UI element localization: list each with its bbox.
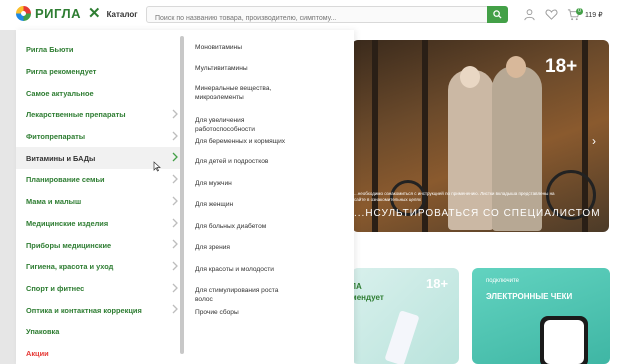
search-input[interactable] (147, 11, 477, 26)
category-item[interactable]: Ригла Бьюти (16, 39, 184, 61)
category-label: Акции (26, 348, 49, 358)
category-item[interactable]: Акции (16, 343, 184, 364)
promo-subtitle: подключите (486, 278, 520, 284)
page-overlay-left (0, 30, 16, 364)
category-item[interactable]: Планирование семьи (16, 169, 184, 191)
category-label: Приборы медицинские (26, 240, 112, 250)
category-label: Упаковка (26, 327, 60, 337)
cart-price[interactable]: 119 ₽ (585, 11, 603, 19)
logo[interactable]: РИГЛА (16, 6, 81, 21)
banner-man-figure (492, 66, 542, 231)
logo-text: РИГЛА (35, 6, 82, 21)
category-label: Гигиена, красота и уход (26, 262, 114, 272)
category-scrollbar[interactable] (180, 36, 184, 354)
close-icon: ✕ (88, 5, 101, 22)
top-header: РИГЛА ✕ Каталог 0 119 ₽ (0, 0, 624, 30)
category-item[interactable]: Спорт и фитнес (16, 278, 184, 300)
user-icon[interactable] (523, 8, 536, 21)
chevron-right-icon (172, 174, 178, 184)
category-item[interactable]: Лекарственные препараты (16, 104, 184, 126)
chevron-right-icon (172, 304, 178, 314)
chevron-right-icon (172, 283, 178, 293)
category-item[interactable]: Ригла рекомендует (16, 61, 184, 83)
category-item[interactable]: Фитопрепараты (16, 126, 184, 148)
subcategory-link[interactable]: Для детей и подростков (195, 158, 295, 167)
banner-disclaimer: ...необходимо ознакомиться с инструкцией… (354, 191, 555, 202)
category-label: Планирование семьи (26, 175, 105, 185)
search-button[interactable] (487, 6, 508, 23)
subcategory-link[interactable]: Для женщин (195, 201, 295, 210)
category-item[interactable]: Упаковка (16, 321, 184, 343)
category-label: Спорт и фитнес (26, 283, 85, 293)
subcategory-link[interactable]: Для больных диабетом (195, 223, 295, 232)
category-label: Ригла Бьюти (26, 45, 74, 55)
category-label: Витамины и БАДы (26, 153, 96, 163)
subcategory-link[interactable]: Для беременных и кормящих (195, 138, 295, 147)
heart-icon[interactable] (545, 8, 558, 21)
category-label: Ригла рекомендует (26, 67, 97, 77)
category-label: Лекарственные препараты (26, 110, 126, 120)
category-item[interactable]: Оптика и контактная коррекция (16, 299, 184, 321)
banner-age-badge: 18+ (545, 56, 578, 77)
search-icon (493, 10, 502, 19)
mouse-cursor-icon (153, 161, 161, 172)
banner-woman-head (460, 66, 480, 88)
cart-count-badge: 0 (576, 8, 583, 15)
subcategory-link[interactable]: Минеральные вещества, микроэлементы (195, 85, 295, 102)
subcategory-link[interactable]: Для зрения (195, 244, 295, 253)
category-label: Оптика и контактная коррекция (26, 305, 142, 315)
category-item[interactable]: Приборы медицинские (16, 234, 184, 256)
subcategory-link[interactable]: Для красоты и молодости (195, 266, 295, 275)
catalog-label: Каталог (106, 9, 138, 19)
category-list: Ригла Бьюти Ригла рекомендует Самое актуал… (16, 39, 184, 364)
banner-woman-figure (448, 70, 494, 230)
category-label: Медицинские изделия (26, 218, 109, 228)
category-item[interactable]: Мама и малыш (16, 191, 184, 213)
logo-flower-icon (16, 6, 31, 21)
subcategory-link[interactable]: Для стимулирования роста волос (195, 287, 295, 304)
banner-tree-shape (372, 40, 378, 232)
category-item[interactable]: Медицинские изделия (16, 213, 184, 235)
promo-title: ЭЛЕКТРОННЫЕ ЧЕКИ (486, 292, 573, 301)
subcategory-link[interactable]: Прочие сборы (195, 309, 295, 318)
category-label: Фитопрепараты (26, 132, 86, 142)
chevron-right-icon (172, 218, 178, 228)
chevron-right-icon (172, 261, 178, 271)
subcategory-link[interactable]: Моновитамины (195, 44, 295, 53)
subcategory-link[interactable]: Для мужчин (195, 180, 295, 189)
chevron-right-icon (172, 152, 178, 162)
chevron-right-icon (172, 109, 178, 119)
category-item[interactable]: Гигиена, красота и уход (16, 256, 184, 278)
subcategory-link[interactable]: Для увеличения работоспособности (195, 117, 295, 134)
category-label: Самое актуальное (26, 88, 94, 98)
promo-age-badge: 18+ (426, 276, 449, 291)
category-label: Мама и малыш (26, 197, 82, 207)
chevron-right-icon (172, 196, 178, 206)
subcategory-link[interactable]: Мультивитамины (195, 65, 295, 74)
category-item[interactable]: Самое актуальное (16, 82, 184, 104)
chevron-right-icon (172, 239, 178, 249)
chevron-right-icon (172, 131, 178, 141)
search-bar (146, 6, 508, 26)
banner-consult-text: ...НСУЛЬТИРОВАТЬСЯ СО СПЕЦИАЛИСТОМ (354, 208, 601, 219)
banner-man-head (506, 56, 526, 78)
catalog-toggle-button[interactable]: ✕ Каталог (88, 5, 138, 22)
phone-screen (544, 320, 584, 364)
banner-next-arrow-icon[interactable]: › (592, 134, 596, 148)
